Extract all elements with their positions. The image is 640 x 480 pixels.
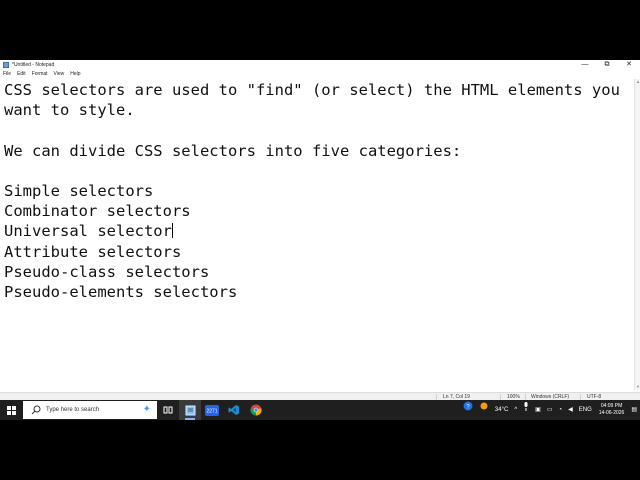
clock-time: 04:09 PM (600, 403, 623, 409)
vertical-scrollbar[interactable]: ▲ ▼ (634, 79, 640, 390)
clock[interactable]: 04:09 PM 14-06-2026 (595, 403, 629, 417)
close-button[interactable]: ✕ (618, 60, 640, 70)
notifications-icon[interactable]: ▤ (628, 400, 640, 420)
clock-date: 14-06-2026 (598, 410, 625, 416)
search-highlight-icon: ✦ (142, 404, 151, 415)
text-line: Pseudo-class selectors (4, 262, 210, 281)
text-caret (171, 223, 173, 239)
windows-logo-icon (6, 405, 16, 415)
help-icon[interactable]: ? (460, 400, 476, 420)
task-view-icon (163, 406, 173, 414)
taskbar-chrome[interactable] (245, 400, 267, 420)
system-tray: ? 34°C ^ ▣ ▭ ◔ ◀ ENG 04:09 PM 14-06-2026… (460, 400, 640, 420)
notepad-window: *Untitled - Notepad — ⧉ ✕ File Edit Form… (0, 60, 640, 420)
start-button[interactable] (0, 400, 22, 420)
text-editor[interactable]: CSS selectors are used to "find" (or sel… (0, 79, 634, 390)
minimize-button[interactable]: — (574, 60, 596, 70)
scroll-down-icon[interactable]: ▼ (635, 384, 640, 390)
task-view-button[interactable] (157, 400, 179, 420)
taskbar: Type here to search ✦ 2271 ? 34°C ^ ▣ ▭ … (0, 400, 640, 420)
title-bar[interactable]: *Untitled - Notepad — ⧉ ✕ (0, 60, 640, 70)
menu-file[interactable]: File (0, 70, 14, 79)
badge-text: 2271 (206, 408, 217, 414)
notepad-app-icon (185, 405, 195, 415)
maximize-button[interactable]: ⧉ (596, 60, 618, 70)
vscode-icon (228, 405, 239, 415)
search-placeholder: Type here to search (46, 407, 100, 413)
notepad-icon (3, 62, 9, 68)
editor-content[interactable]: CSS selectors are used to "find" (or sel… (4, 80, 620, 302)
text-line: We can divide CSS selectors into five ca… (4, 141, 462, 160)
taskbar-search[interactable]: Type here to search ✦ (23, 401, 157, 419)
scroll-up-icon[interactable]: ▲ (635, 79, 640, 85)
taskbar-app-badge[interactable]: 2271 (201, 400, 223, 420)
chrome-icon (250, 404, 262, 416)
text-line: want to style. (4, 101, 135, 120)
menu-bar: File Edit Format View Help (0, 70, 640, 79)
battery-icon[interactable]: ▭ (544, 400, 556, 420)
menu-edit[interactable]: Edit (14, 70, 29, 79)
menu-format[interactable]: Format (29, 70, 51, 79)
volume-icon[interactable]: ◀ (565, 400, 576, 420)
meet-now-icon[interactable]: ▣ (532, 400, 544, 420)
chevron-up-icon[interactable]: ^ (511, 400, 520, 420)
text-line: Attribute selectors (4, 242, 182, 261)
text-line: Pseudo-elements selectors (4, 283, 238, 302)
menu-help[interactable]: Help (67, 70, 83, 79)
weather-temp[interactable]: 34°C (492, 400, 511, 420)
window-controls: — ⧉ ✕ (574, 60, 640, 70)
search-icon (31, 405, 41, 415)
text-line: Simple selectors (4, 182, 154, 201)
network-icon[interactable]: ◔ (555, 400, 565, 420)
weather-icon[interactable] (476, 400, 492, 420)
text-line: Universal selector (4, 222, 172, 241)
taskbar-notepad[interactable] (179, 400, 201, 420)
language-indicator[interactable]: ENG (576, 400, 595, 420)
microphone-icon[interactable] (520, 400, 532, 420)
text-line: CSS selectors are used to "find" (or sel… (4, 81, 620, 99)
app-badge-icon: 2271 (205, 404, 219, 416)
window-title: *Untitled - Notepad (12, 62, 55, 68)
taskbar-vscode[interactable] (223, 400, 245, 420)
text-line: Combinator selectors (4, 202, 191, 221)
menu-view[interactable]: View (51, 70, 68, 79)
